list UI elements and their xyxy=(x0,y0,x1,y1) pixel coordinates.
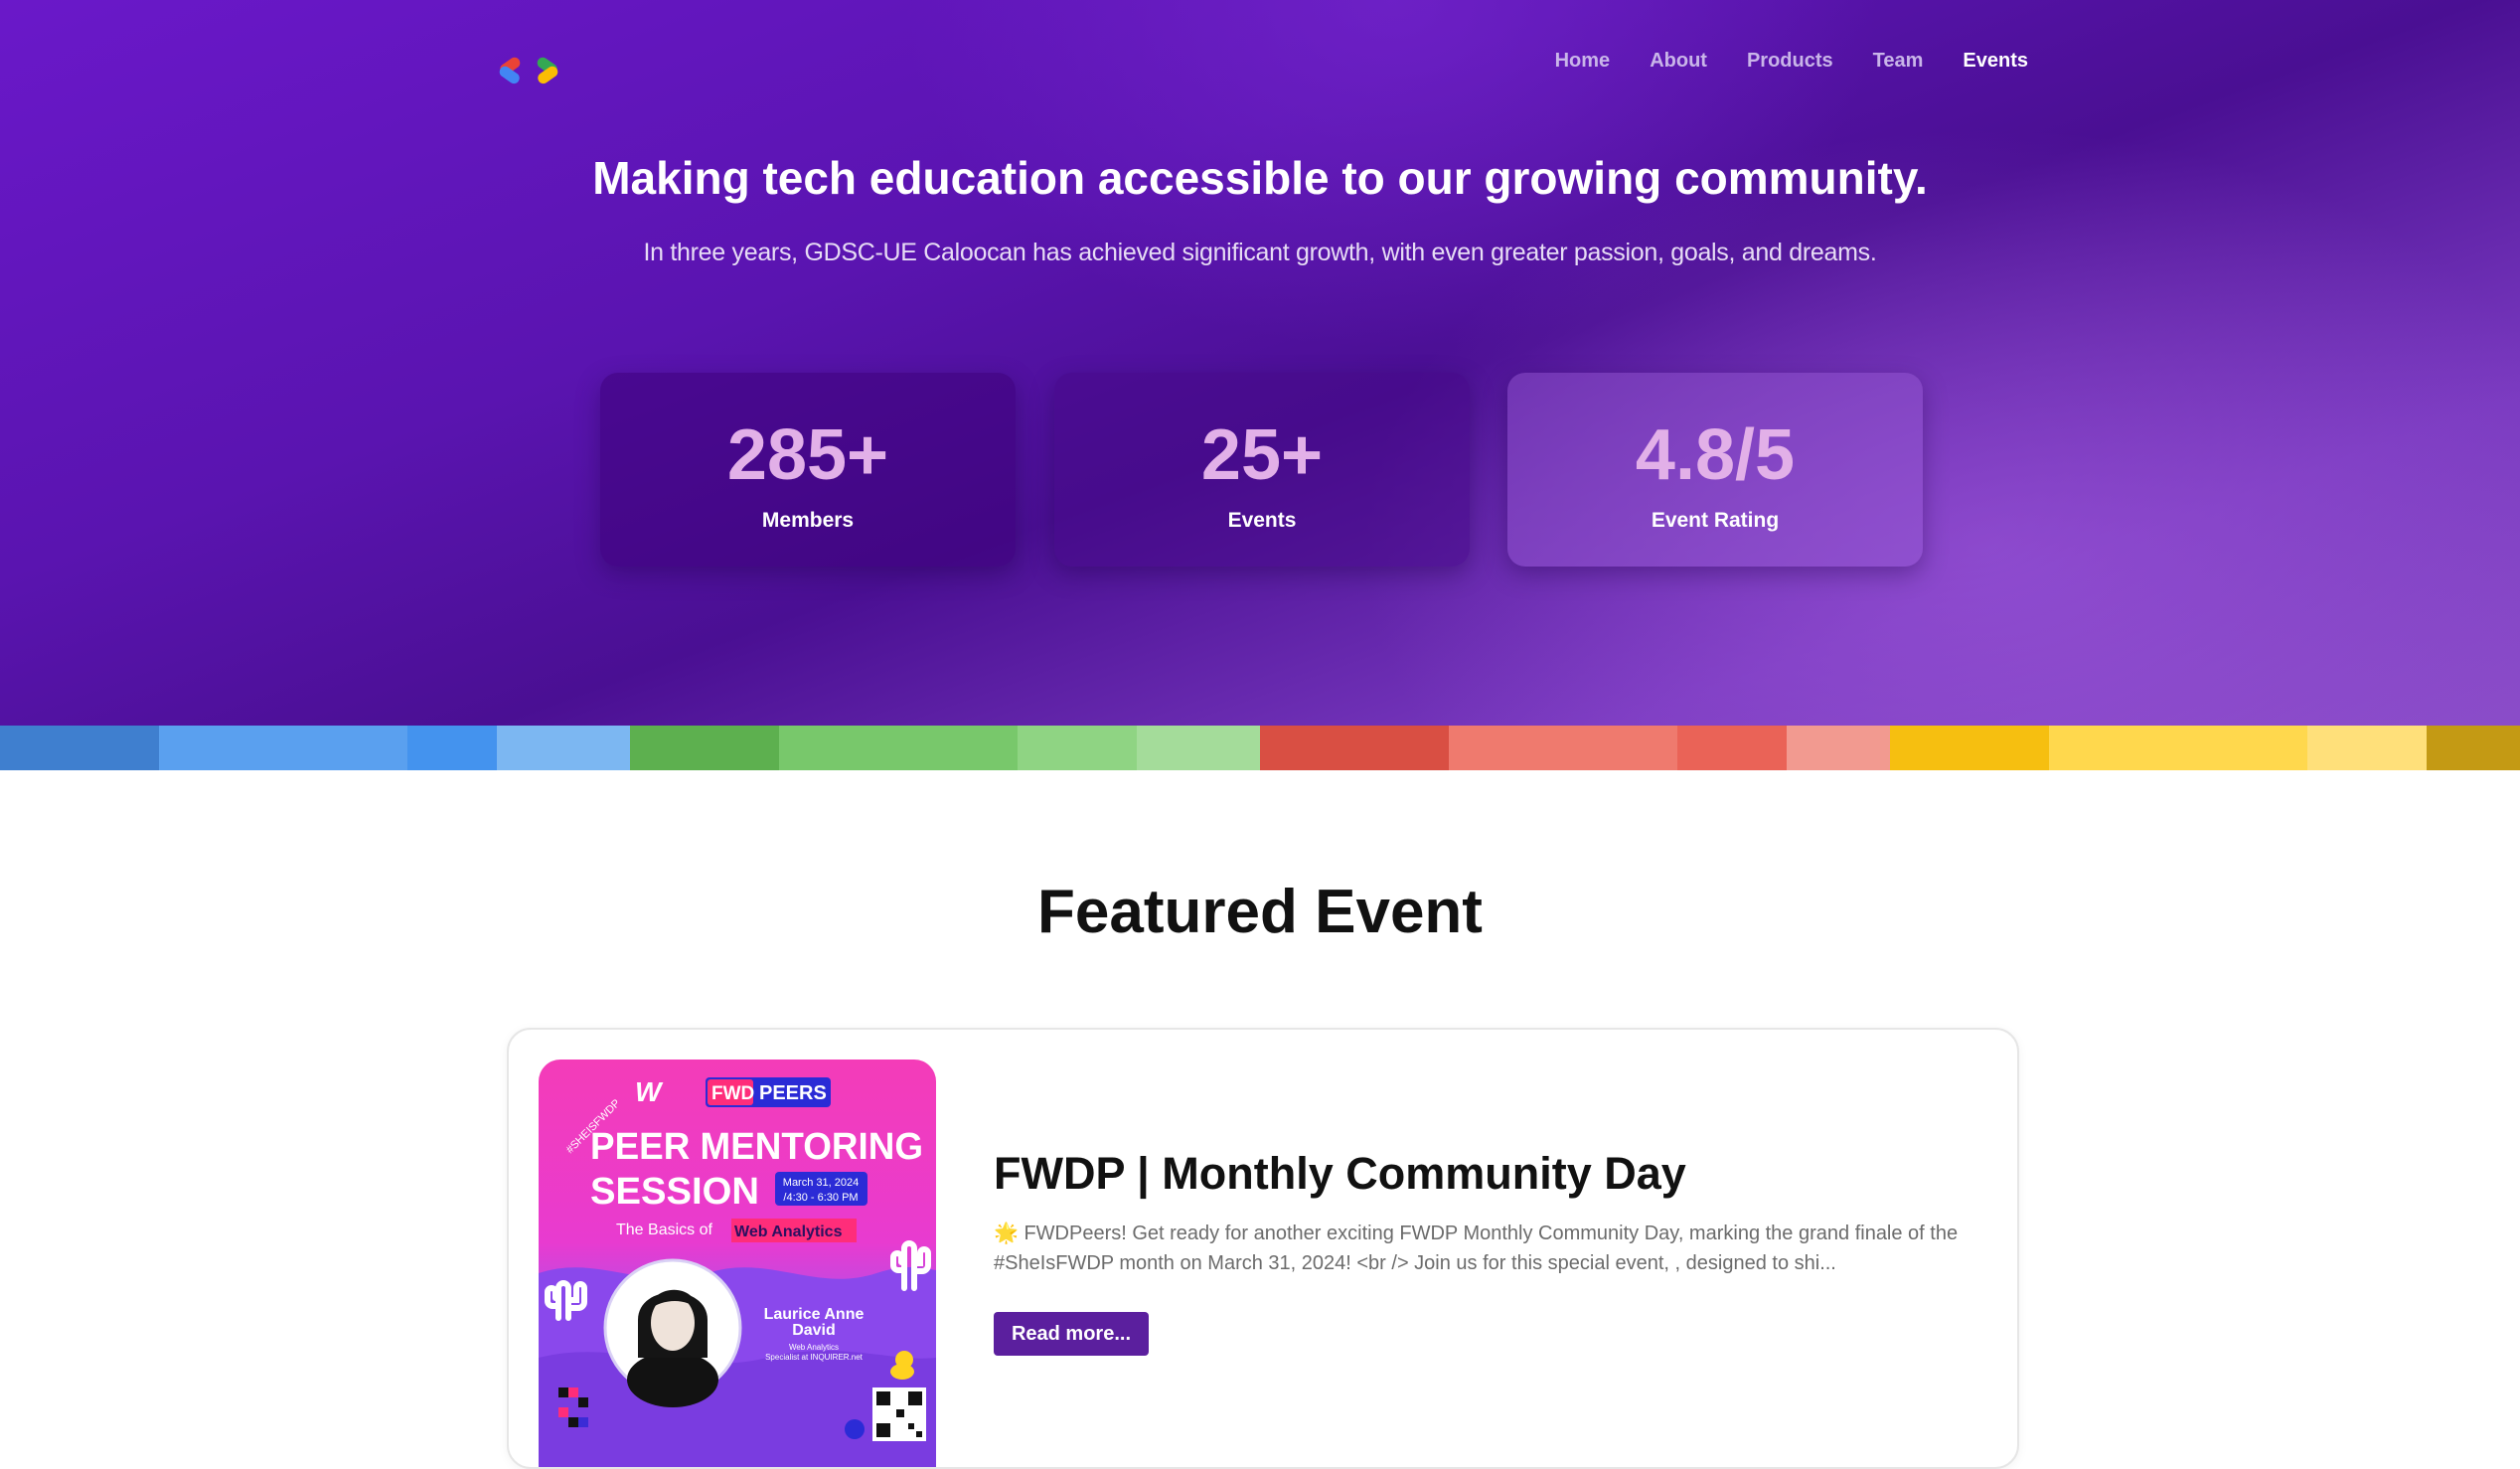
event-poster-graphic: W FWD PEERS #SHEISFWDP PEER MENTORING SE… xyxy=(539,1076,936,1467)
poster-title-line1: PEER MENTORING xyxy=(590,1126,923,1168)
poster-brand-w: W xyxy=(635,1076,664,1107)
banner-band-green xyxy=(630,726,1260,770)
banner-band-blue xyxy=(0,726,630,770)
poster-speaker-last: David xyxy=(792,1322,836,1339)
nav-team[interactable]: Team xyxy=(1873,50,1924,73)
stat-value: 4.8/5 xyxy=(1635,415,1796,495)
stat-card-events: 25+ Events xyxy=(1054,373,1470,567)
poster-brand-fwd: FWD xyxy=(711,1083,754,1104)
stat-card-rating: 4.8/5 Event Rating xyxy=(1507,373,1923,567)
event-poster-image[interactable]: W FWD PEERS #SHEISFWDP PEER MENTORING SE… xyxy=(539,1060,936,1467)
stat-value: 25+ xyxy=(1200,415,1324,495)
poster-date: March 31, 2024 xyxy=(783,1177,859,1189)
color-banner-strip xyxy=(0,726,2520,770)
hero-subtitle: In three years, GDSC-UE Caloocan has ach… xyxy=(643,239,1877,266)
event-description: 🌟 FWDPeers! Get ready for another exciti… xyxy=(994,1223,1959,1274)
banner-band-yellow xyxy=(1890,726,2520,770)
featured-section-title: Featured Event xyxy=(1037,878,1483,946)
banner-band-red xyxy=(1260,726,1890,770)
stat-label: Members xyxy=(761,509,855,532)
poster-subtitle-prefix: The Basics of xyxy=(616,1222,712,1238)
event-title[interactable]: FWDP | Monthly Community Day xyxy=(994,1148,1686,1200)
nav-about[interactable]: About xyxy=(1650,50,1707,73)
hero-section: Home About Products Team Events Making t… xyxy=(0,0,2520,726)
hero-title: Making tech education accessible to our … xyxy=(592,152,1928,204)
read-more-button[interactable]: Read more... xyxy=(994,1312,1149,1356)
nav-events[interactable]: Events xyxy=(1963,50,2028,73)
poster-time: /4:30 - 6:30 PM xyxy=(783,1192,858,1204)
poster-speaker-role-1: Web Analytics xyxy=(789,1343,839,1352)
stat-card-members: 285+ Members xyxy=(600,373,1016,567)
poster-title-line2: SESSION xyxy=(590,1171,759,1213)
poster-speaker-first: Laurice Anne xyxy=(764,1306,865,1323)
poster-subtitle-highlight: Web Analytics xyxy=(734,1224,843,1240)
poster-speaker-role-2: Specialist at INQUIRER.net xyxy=(765,1353,864,1362)
poster-brand-peers: PEERS xyxy=(759,1082,827,1104)
stat-label: Events xyxy=(1227,509,1297,532)
main-nav: Home About Products Team Events xyxy=(1555,50,2028,73)
nav-home[interactable]: Home xyxy=(1555,50,1611,73)
stat-value: 285+ xyxy=(726,415,889,495)
gdsc-logo-icon[interactable] xyxy=(497,46,566,85)
nav-products[interactable]: Products xyxy=(1747,50,1833,73)
stat-label: Event Rating xyxy=(1651,509,1780,532)
